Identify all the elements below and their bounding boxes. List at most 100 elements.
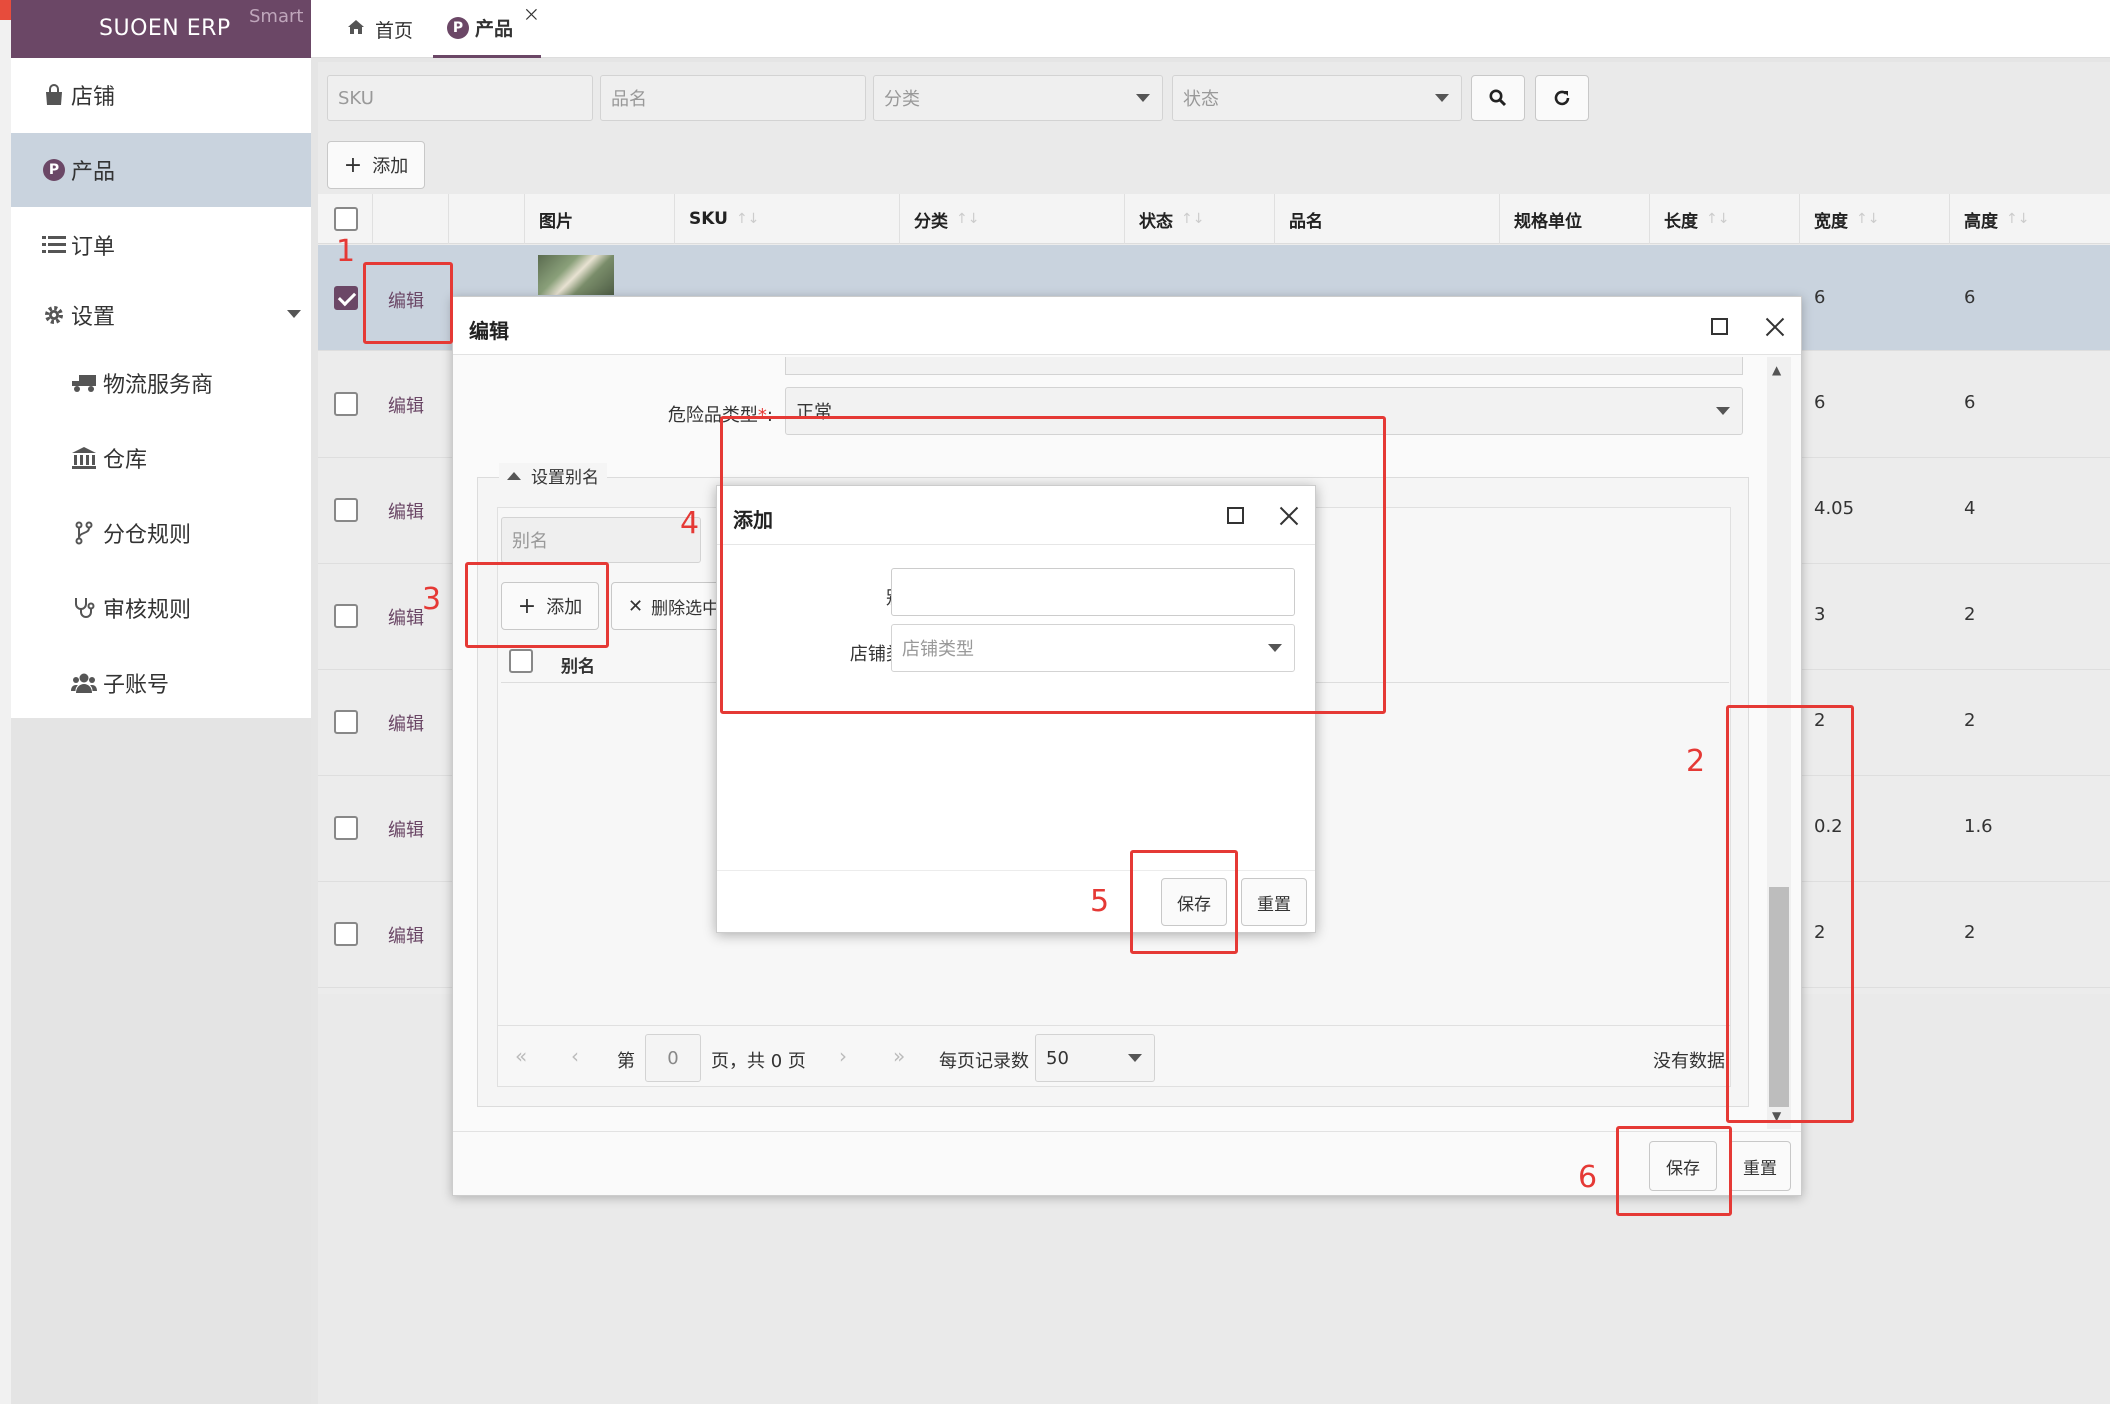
category-filter-select[interactable]: 分类: [873, 75, 1163, 121]
annotation-box-4: [720, 416, 1386, 714]
delete-selected-button[interactable]: ✕ 删除选中: [611, 582, 731, 630]
tab-label: 首页: [375, 19, 414, 42]
sidebar-item-warehouse[interactable]: 仓库: [11, 421, 311, 495]
header-status[interactable]: 状态 ↑↓: [1124, 194, 1274, 244]
row-checkbox[interactable]: [334, 392, 358, 416]
row-checkbox[interactable]: [334, 710, 358, 734]
annotation-number-6: 6: [1578, 1160, 1598, 1195]
sidebar-item-label: 订单: [71, 235, 116, 260]
caret-up-icon: [507, 471, 521, 480]
sidebar-item-audit-rule[interactable]: 审核规则: [11, 571, 311, 645]
no-data-text: 没有数据: [1653, 1051, 1725, 1072]
annotation-box-2: [1726, 705, 1854, 1123]
search-button[interactable]: [1471, 75, 1525, 121]
edit-link[interactable]: 编辑: [388, 604, 424, 630]
product-thumbnail: [538, 255, 614, 295]
annotation-number-2: 2: [1686, 744, 1706, 779]
height-cell: 1.6: [1964, 816, 1993, 837]
annotation-number-3: 3: [422, 582, 442, 617]
sidebar-item-split-rule[interactable]: 分仓规则: [11, 496, 311, 570]
sidebar-item-sub-account[interactable]: 子账号: [11, 646, 311, 720]
caret-down-icon: [287, 310, 301, 318]
branch-icon: [71, 520, 97, 546]
shop-bag-icon: [41, 82, 67, 108]
sidebar-item-label: 产品: [71, 160, 116, 185]
tab-bar: 首页 P 产品: [311, 0, 2110, 58]
p-badge-icon: P: [447, 16, 469, 39]
list-icon: [41, 232, 67, 258]
first-page-icon[interactable]: «: [515, 1044, 527, 1068]
app-title: SUOEN ERP: [99, 16, 231, 41]
status-filter-select[interactable]: 状态: [1172, 75, 1462, 121]
close-icon[interactable]: [1765, 317, 1785, 337]
sidebar-item-product[interactable]: P 产品: [11, 133, 311, 207]
refresh-button[interactable]: [1535, 75, 1589, 121]
table-header: 图片 SKU ↑↓ 分类 ↑↓ 状态 ↑↓ 品名 规格单位 长度 ↑↓ 宽度 ↑↓ 高度 ↑…: [318, 194, 2110, 244]
last-page-icon[interactable]: »: [893, 1044, 905, 1068]
prev-page-icon[interactable]: ‹: [571, 1044, 579, 1068]
previous-field-input[interactable]: [785, 357, 1743, 375]
caret-down-icon: [1716, 407, 1730, 415]
annotation-number-5: 5: [1090, 884, 1110, 919]
refresh-icon: [1554, 90, 1570, 106]
annotation-box-5: [1130, 850, 1238, 954]
height-cell: 2: [1964, 922, 1976, 943]
page-prefix: 第: [617, 1051, 635, 1072]
tab-close-icon[interactable]: [525, 8, 532, 15]
caret-down-icon: [1136, 94, 1150, 102]
sidebar-item-settings[interactable]: 设置: [11, 278, 311, 352]
annotation-box-1: [363, 262, 453, 344]
tab-label: 产品: [475, 18, 514, 40]
per-page-select[interactable]: 50: [1035, 1034, 1155, 1082]
header-height[interactable]: 高度 ↑↓: [1949, 194, 2099, 244]
row-checkbox[interactable]: [334, 604, 358, 628]
edit-link[interactable]: 编辑: [388, 816, 424, 842]
header-name[interactable]: 品名: [1274, 194, 1499, 244]
sidebar-item-shop[interactable]: 店铺: [11, 58, 311, 132]
alias-select-all-checkbox[interactable]: [509, 649, 533, 673]
truck-icon: [71, 370, 97, 396]
header-length[interactable]: 长度 ↑↓: [1649, 194, 1799, 244]
annotation-number-4: 4: [680, 506, 700, 541]
sidebar-menu: 店铺 P 产品 订单 设置 物流服务商 仓库 分仓规则 审核规则 子账号: [11, 58, 311, 718]
header-sku[interactable]: SKU ↑↓: [674, 194, 899, 244]
alias-filter-input[interactable]: 别名: [501, 517, 701, 563]
app-edition: Smart: [249, 6, 304, 27]
header-width[interactable]: 宽度 ↑↓: [1799, 194, 1949, 244]
sidebar-item-logistics[interactable]: 物流服务商: [11, 346, 311, 420]
edit-reset-button[interactable]: 重置: [1729, 1141, 1791, 1191]
tab-home[interactable]: 首页: [331, 0, 429, 58]
name-filter-input[interactable]: 品名: [600, 75, 866, 121]
row-checkbox[interactable]: [334, 286, 358, 310]
sidebar-item-label: 仓库: [103, 448, 148, 473]
search-icon: [1489, 89, 1507, 107]
height-cell: 2: [1964, 710, 1976, 731]
row-checkbox[interactable]: [334, 816, 358, 840]
edit-link[interactable]: 编辑: [388, 392, 424, 418]
add-reset-button[interactable]: 重置: [1241, 878, 1307, 926]
maximize-icon[interactable]: [1711, 318, 1728, 335]
header-category[interactable]: 分类 ↑↓: [899, 194, 1124, 244]
alias-section-legend[interactable]: 设置别名: [499, 463, 607, 488]
height-cell: 4: [1964, 498, 1976, 519]
header-unit[interactable]: 规格单位: [1499, 194, 1649, 244]
sku-filter-input[interactable]: SKU: [327, 75, 593, 121]
height-cell: 6: [1964, 287, 1976, 308]
edit-link[interactable]: 编辑: [388, 922, 424, 948]
edit-link[interactable]: 编辑: [388, 498, 424, 524]
row-checkbox[interactable]: [334, 498, 358, 522]
header-image[interactable]: 图片: [524, 194, 674, 244]
left-edge-strip: [0, 0, 11, 1404]
row-checkbox[interactable]: [334, 922, 358, 946]
sidebar: SUOEN ERP Smart 店铺 P 产品 订单 设置 物流服务商 仓库 分…: [11, 0, 311, 1404]
plus-icon: +: [343, 152, 363, 178]
page-number-input[interactable]: 0: [645, 1034, 701, 1082]
select-all-checkbox[interactable]: [334, 207, 358, 231]
next-page-icon[interactable]: ›: [839, 1044, 847, 1068]
header-cell: [372, 194, 448, 244]
caret-down-icon: [1435, 94, 1449, 102]
edit-link[interactable]: 编辑: [388, 710, 424, 736]
add-product-button[interactable]: + 添加: [327, 141, 425, 189]
sidebar-item-order[interactable]: 订单: [11, 208, 311, 282]
sidebar-item-label: 子账号: [103, 673, 170, 698]
